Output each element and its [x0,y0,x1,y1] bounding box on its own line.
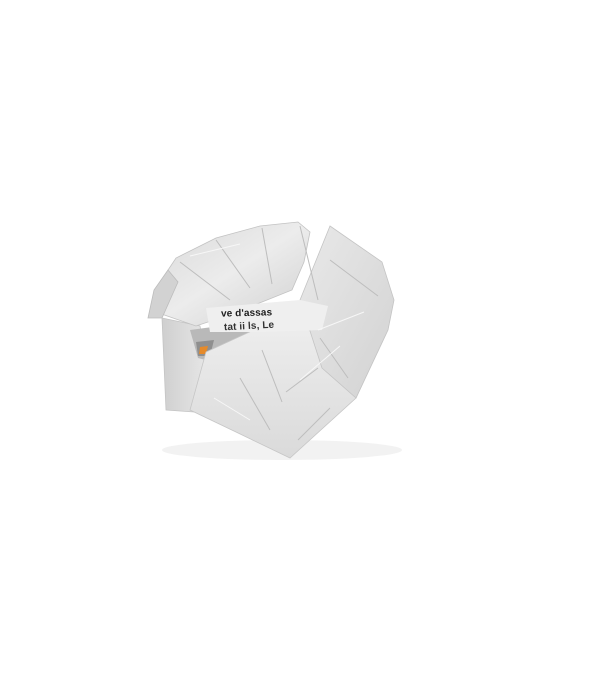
printed-text-line-1: ve d'assas [220,307,273,320]
photo-canvas: ve d'assas tat ii ls, Le [0,0,600,700]
crumpled-paper-ball [147,221,402,460]
